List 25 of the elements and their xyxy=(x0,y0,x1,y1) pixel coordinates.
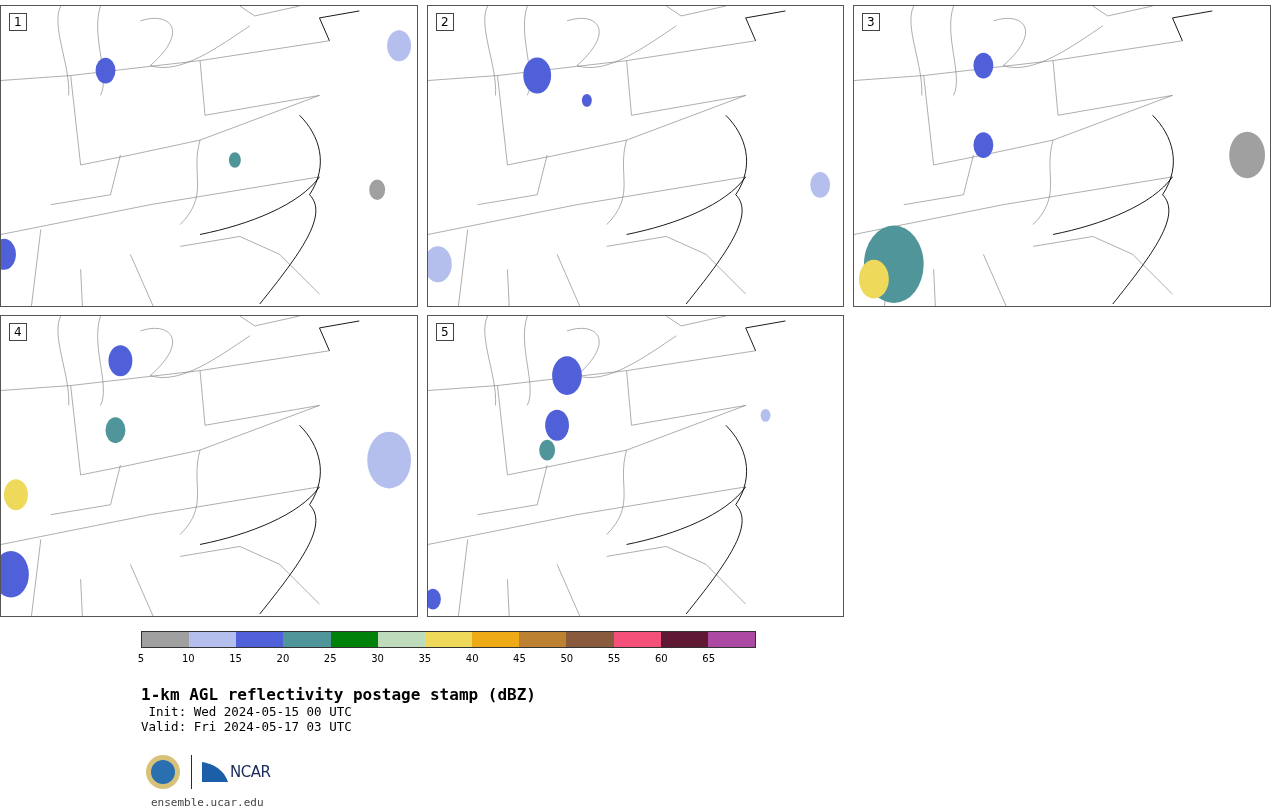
tick-label: 60 xyxy=(655,653,668,664)
tick-label: 5 xyxy=(137,653,145,664)
tick-label: 55 xyxy=(607,653,621,664)
chart-title: 1-km AGL reflectivity postage stamp (dBZ) xyxy=(141,685,537,704)
tick-label: 25 xyxy=(323,653,337,664)
tick-label: 35 xyxy=(418,653,432,664)
swoosh-logo-icon xyxy=(202,762,228,782)
logo-text: NCAR xyxy=(230,763,271,781)
tick-label: 15 xyxy=(229,653,242,664)
valid-time: Valid: Fri 2024-05-17 03 UTC xyxy=(141,719,353,734)
tick-label: 20 xyxy=(276,653,290,664)
tick-label: 30 xyxy=(371,653,384,664)
tick-label: 10 xyxy=(181,653,195,664)
tick-label: 50 xyxy=(560,653,574,664)
tick-label: 40 xyxy=(465,653,479,664)
tick-label: 45 xyxy=(513,653,526,664)
panel-number: 5 xyxy=(436,323,454,341)
init-time: Init: Wed 2024-05-15 00 UTC xyxy=(147,704,353,719)
panel-number: 1 xyxy=(9,13,27,31)
website-url: ensemble.ucar.edu xyxy=(151,796,265,809)
tick-label: 65 xyxy=(702,653,716,664)
panel-number: 3 xyxy=(862,13,880,31)
panel-number: 4 xyxy=(9,323,27,341)
globe-seal-icon xyxy=(145,754,181,790)
panel-number: 2 xyxy=(436,13,454,31)
